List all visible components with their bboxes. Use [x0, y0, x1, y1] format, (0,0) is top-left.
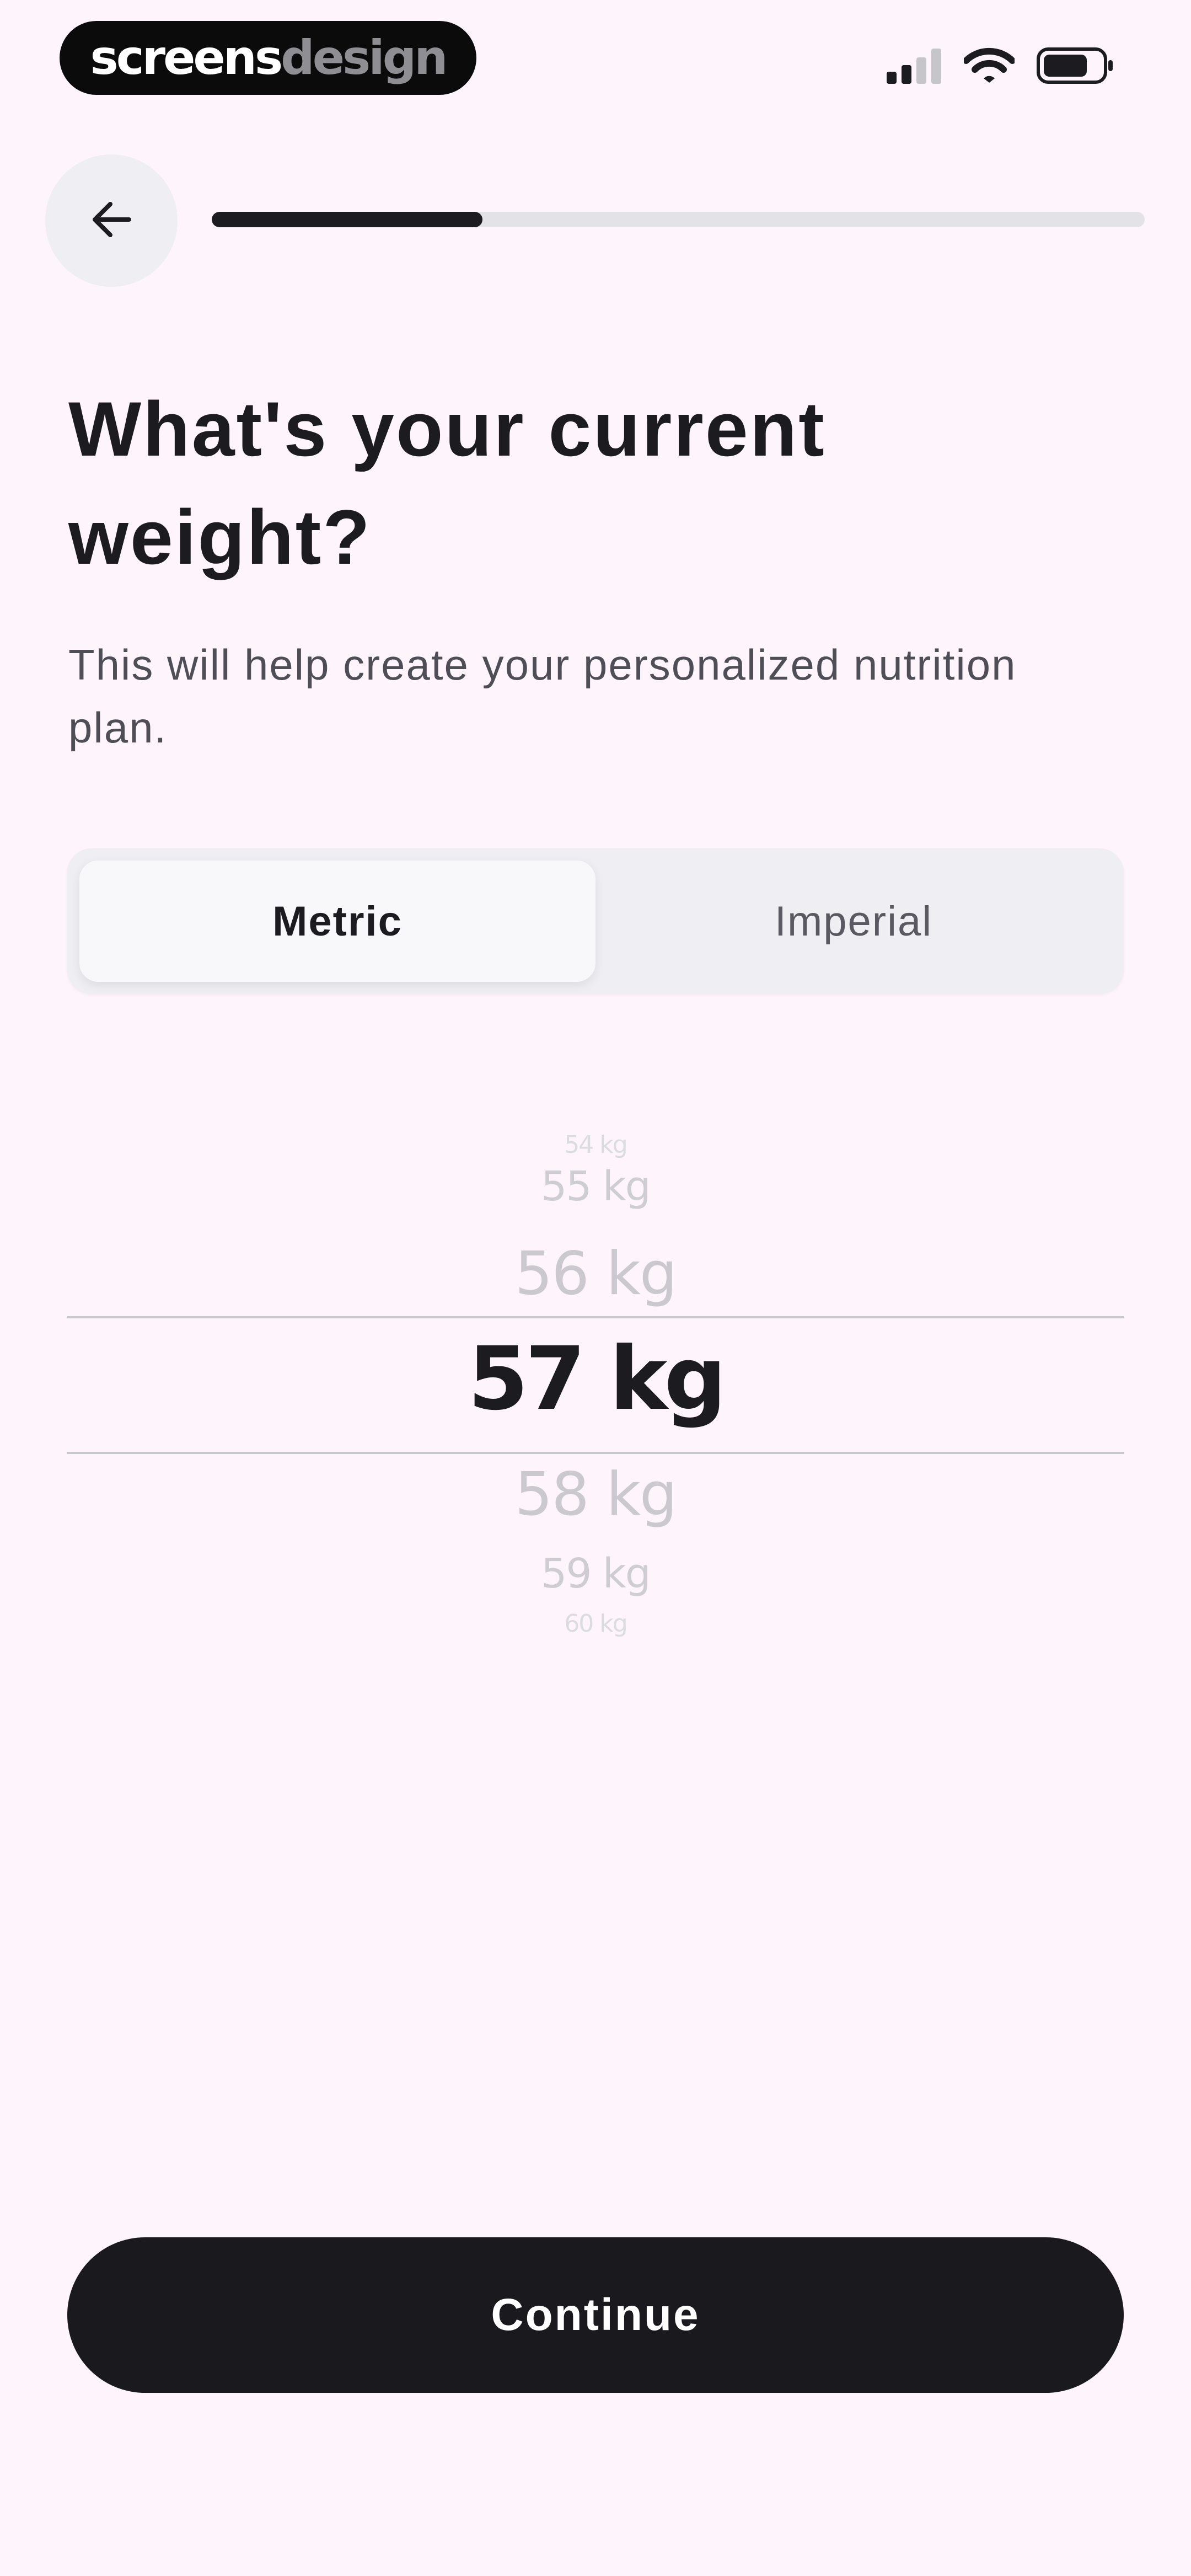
weight-picker[interactable]: 54 kg 55 kg 56 kg 57 kg 58 kg 59 kg 60 k…	[67, 1098, 1124, 1660]
onboarding-weight-screen: screens design What's your current weigh…	[0, 0, 1191, 2576]
back-button[interactable]	[45, 154, 178, 287]
unit-toggle: Metric Imperial	[67, 848, 1124, 994]
cellular-signal-icon	[887, 47, 942, 87]
picker-selection-divider-bottom	[67, 1452, 1124, 1454]
unit-option-metric[interactable]: Metric	[79, 861, 596, 982]
progress-bar-fill	[212, 212, 482, 227]
picker-selection-divider-top	[67, 1316, 1124, 1318]
page-title: What's your current weight?	[68, 386, 826, 580]
picker-option[interactable]: 56 kg	[67, 1240, 1124, 1308]
unit-option-imperial[interactable]: Imperial	[596, 861, 1112, 982]
picker-option[interactable]: 59 kg	[67, 1550, 1124, 1597]
progress-bar	[212, 212, 1145, 227]
wifi-icon	[963, 47, 1016, 87]
picker-option[interactable]: 60 kg	[67, 1610, 1124, 1638]
brand-logo-part2: design	[281, 30, 448, 85]
picker-selected-value[interactable]: 57 kg	[67, 1329, 1124, 1429]
arrow-left-icon	[88, 196, 135, 245]
page-subtitle: This will help create your personalized …	[68, 640, 1017, 752]
status-icons	[887, 47, 1114, 86]
continue-button[interactable]: Continue	[67, 2237, 1124, 2393]
brand-logo-part1: screens	[90, 30, 283, 85]
picker-option[interactable]: 58 kg	[67, 1461, 1124, 1529]
picker-option[interactable]: 54 kg	[67, 1131, 1124, 1159]
picker-option[interactable]: 55 kg	[67, 1163, 1124, 1210]
brand-logo: screens design	[60, 21, 476, 95]
battery-icon	[1037, 47, 1114, 87]
